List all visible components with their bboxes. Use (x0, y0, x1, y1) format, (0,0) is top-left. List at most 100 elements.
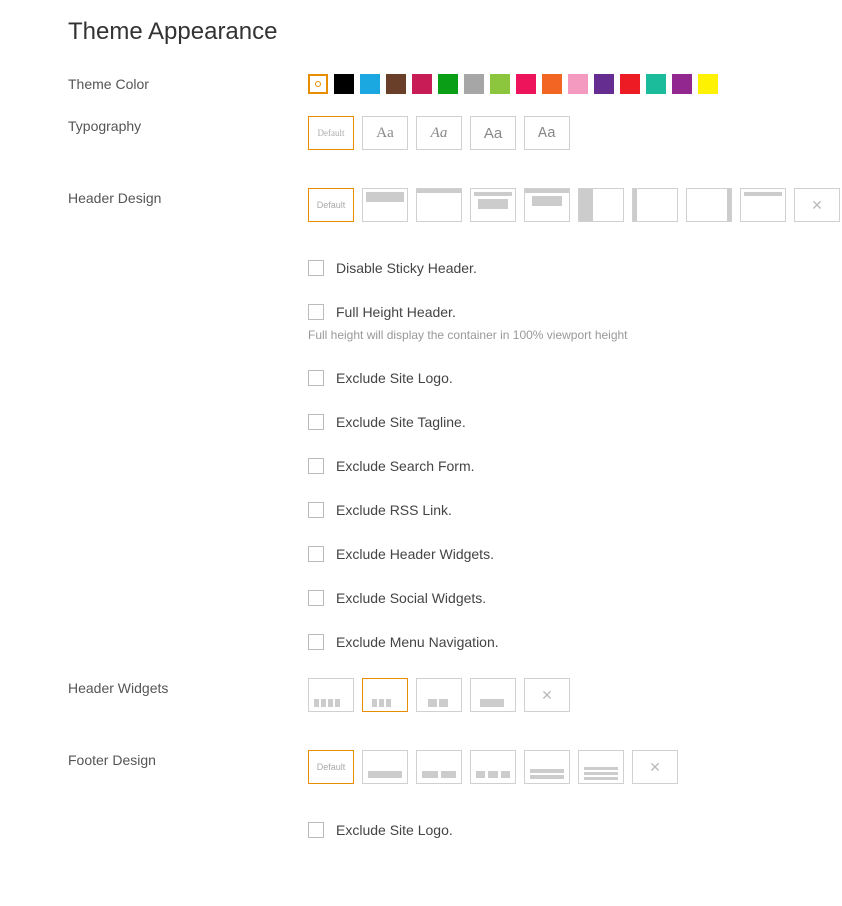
footer-design-option[interactable] (416, 750, 462, 784)
footer-checkbox-section: Exclude Site Logo. (308, 822, 842, 838)
checkbox-row: Exclude Site Logo. (308, 370, 842, 386)
color-swatch[interactable] (412, 74, 432, 94)
footer-design-option[interactable] (524, 750, 570, 784)
color-swatch[interactable] (620, 74, 640, 94)
header-design-option[interactable] (632, 188, 678, 222)
label-theme-color: Theme Color (68, 74, 308, 92)
header-design-option[interactable] (362, 188, 408, 222)
typography-sample: Aa (431, 125, 448, 142)
checkbox[interactable] (308, 414, 324, 430)
color-swatch[interactable] (308, 74, 328, 94)
typography-option-3[interactable]: Aa (470, 116, 516, 150)
theme-color-swatches (308, 74, 842, 94)
checkbox[interactable] (308, 304, 324, 320)
header-widget-option[interactable] (416, 678, 462, 712)
checkbox[interactable] (308, 260, 324, 276)
checkbox-row: Full Height Header. (308, 304, 842, 320)
close-icon: ✕ (541, 687, 553, 704)
checkbox-label: Exclude Menu Navigation. (336, 634, 499, 650)
color-swatch[interactable] (672, 74, 692, 94)
header-widget-option[interactable] (470, 678, 516, 712)
label-header-design: Header Design (68, 188, 308, 206)
checkbox-row: Exclude RSS Link. (308, 502, 842, 518)
row-header-design: Header Design Default (68, 188, 842, 222)
checkbox-row: Disable Sticky Header. (308, 260, 842, 276)
header-design-none[interactable]: ✕ (794, 188, 840, 222)
checkbox-label: Exclude Search Form. (336, 458, 475, 474)
row-footer-design: Footer Design Default ✕ (68, 750, 842, 784)
label-typography: Typography (68, 116, 308, 134)
checkbox-row: Exclude Site Logo. (308, 822, 842, 838)
typography-sample: Aa (484, 125, 502, 142)
color-swatch[interactable] (542, 74, 562, 94)
header-design-default[interactable]: Default (308, 188, 354, 222)
footer-design-none[interactable]: ✕ (632, 750, 678, 784)
color-swatch[interactable] (646, 74, 666, 94)
checkbox-label: Exclude Header Widgets. (336, 546, 494, 562)
header-widgets-options: ✕ (308, 678, 842, 712)
typography-option-4[interactable]: Aa (524, 116, 570, 150)
color-swatch[interactable] (698, 74, 718, 94)
header-design-option[interactable] (578, 188, 624, 222)
color-swatch[interactable] (360, 74, 380, 94)
typography-option-1[interactable]: Aa (362, 116, 408, 150)
typography-sample: Aa (376, 125, 394, 142)
close-icon: ✕ (649, 759, 661, 776)
checkbox-label: Exclude Site Tagline. (336, 414, 466, 430)
typography-option-2[interactable]: Aa (416, 116, 462, 150)
checkbox-label: Exclude Site Logo. (336, 370, 453, 386)
checkbox[interactable] (308, 822, 324, 838)
checkbox[interactable] (308, 590, 324, 606)
close-icon: ✕ (811, 197, 823, 214)
header-design-option[interactable] (740, 188, 786, 222)
footer-design-option[interactable] (470, 750, 516, 784)
checkbox-row: Exclude Search Form. (308, 458, 842, 474)
color-swatch[interactable] (386, 74, 406, 94)
color-swatch[interactable] (516, 74, 536, 94)
typography-option-default[interactable]: Default (308, 116, 354, 150)
header-checkbox-section: Disable Sticky Header. Full Height Header… (308, 260, 842, 650)
label-header-widgets: Header Widgets (68, 678, 308, 696)
typography-default-label: Default (318, 128, 345, 138)
color-swatch[interactable] (490, 74, 510, 94)
typography-options: Default Aa Aa Aa Aa (308, 116, 842, 150)
color-swatch[interactable] (464, 74, 484, 94)
checkbox-row: Exclude Header Widgets. (308, 546, 842, 562)
footer-design-options: Default ✕ (308, 750, 842, 784)
checkbox-label: Full Height Header. (336, 304, 456, 320)
color-swatch[interactable] (594, 74, 614, 94)
header-default-label: Default (317, 200, 346, 210)
row-header-widgets: Header Widgets ✕ (68, 678, 842, 712)
footer-design-default[interactable]: Default (308, 750, 354, 784)
header-design-option[interactable] (470, 188, 516, 222)
header-design-option[interactable] (524, 188, 570, 222)
header-design-option[interactable] (416, 188, 462, 222)
checkbox[interactable] (308, 546, 324, 562)
header-design-options: Default (308, 188, 842, 222)
color-swatch[interactable] (438, 74, 458, 94)
checkbox-label: Exclude RSS Link. (336, 502, 452, 518)
checkbox[interactable] (308, 458, 324, 474)
footer-design-option[interactable] (362, 750, 408, 784)
row-typography: Typography Default Aa Aa Aa Aa (68, 116, 842, 150)
header-design-option[interactable] (686, 188, 732, 222)
checkbox[interactable] (308, 502, 324, 518)
header-widget-none[interactable]: ✕ (524, 678, 570, 712)
checkbox-row: Exclude Site Tagline. (308, 414, 842, 430)
footer-design-option[interactable] (578, 750, 624, 784)
header-widget-option[interactable] (308, 678, 354, 712)
checkbox-label: Exclude Social Widgets. (336, 590, 486, 606)
checkbox-row: Exclude Social Widgets. (308, 590, 842, 606)
checkbox[interactable] (308, 634, 324, 650)
header-widget-option[interactable] (362, 678, 408, 712)
checkbox[interactable] (308, 370, 324, 386)
label-footer-design: Footer Design (68, 750, 308, 768)
typography-sample: Aa (538, 125, 556, 142)
checkbox-label: Disable Sticky Header. (336, 260, 477, 276)
help-text: Full height will display the container i… (308, 328, 842, 342)
color-swatch[interactable] (568, 74, 588, 94)
footer-default-label: Default (317, 762, 346, 772)
checkbox-label: Exclude Site Logo. (336, 822, 453, 838)
color-swatch[interactable] (334, 74, 354, 94)
checkbox-row: Exclude Menu Navigation. (308, 634, 842, 650)
